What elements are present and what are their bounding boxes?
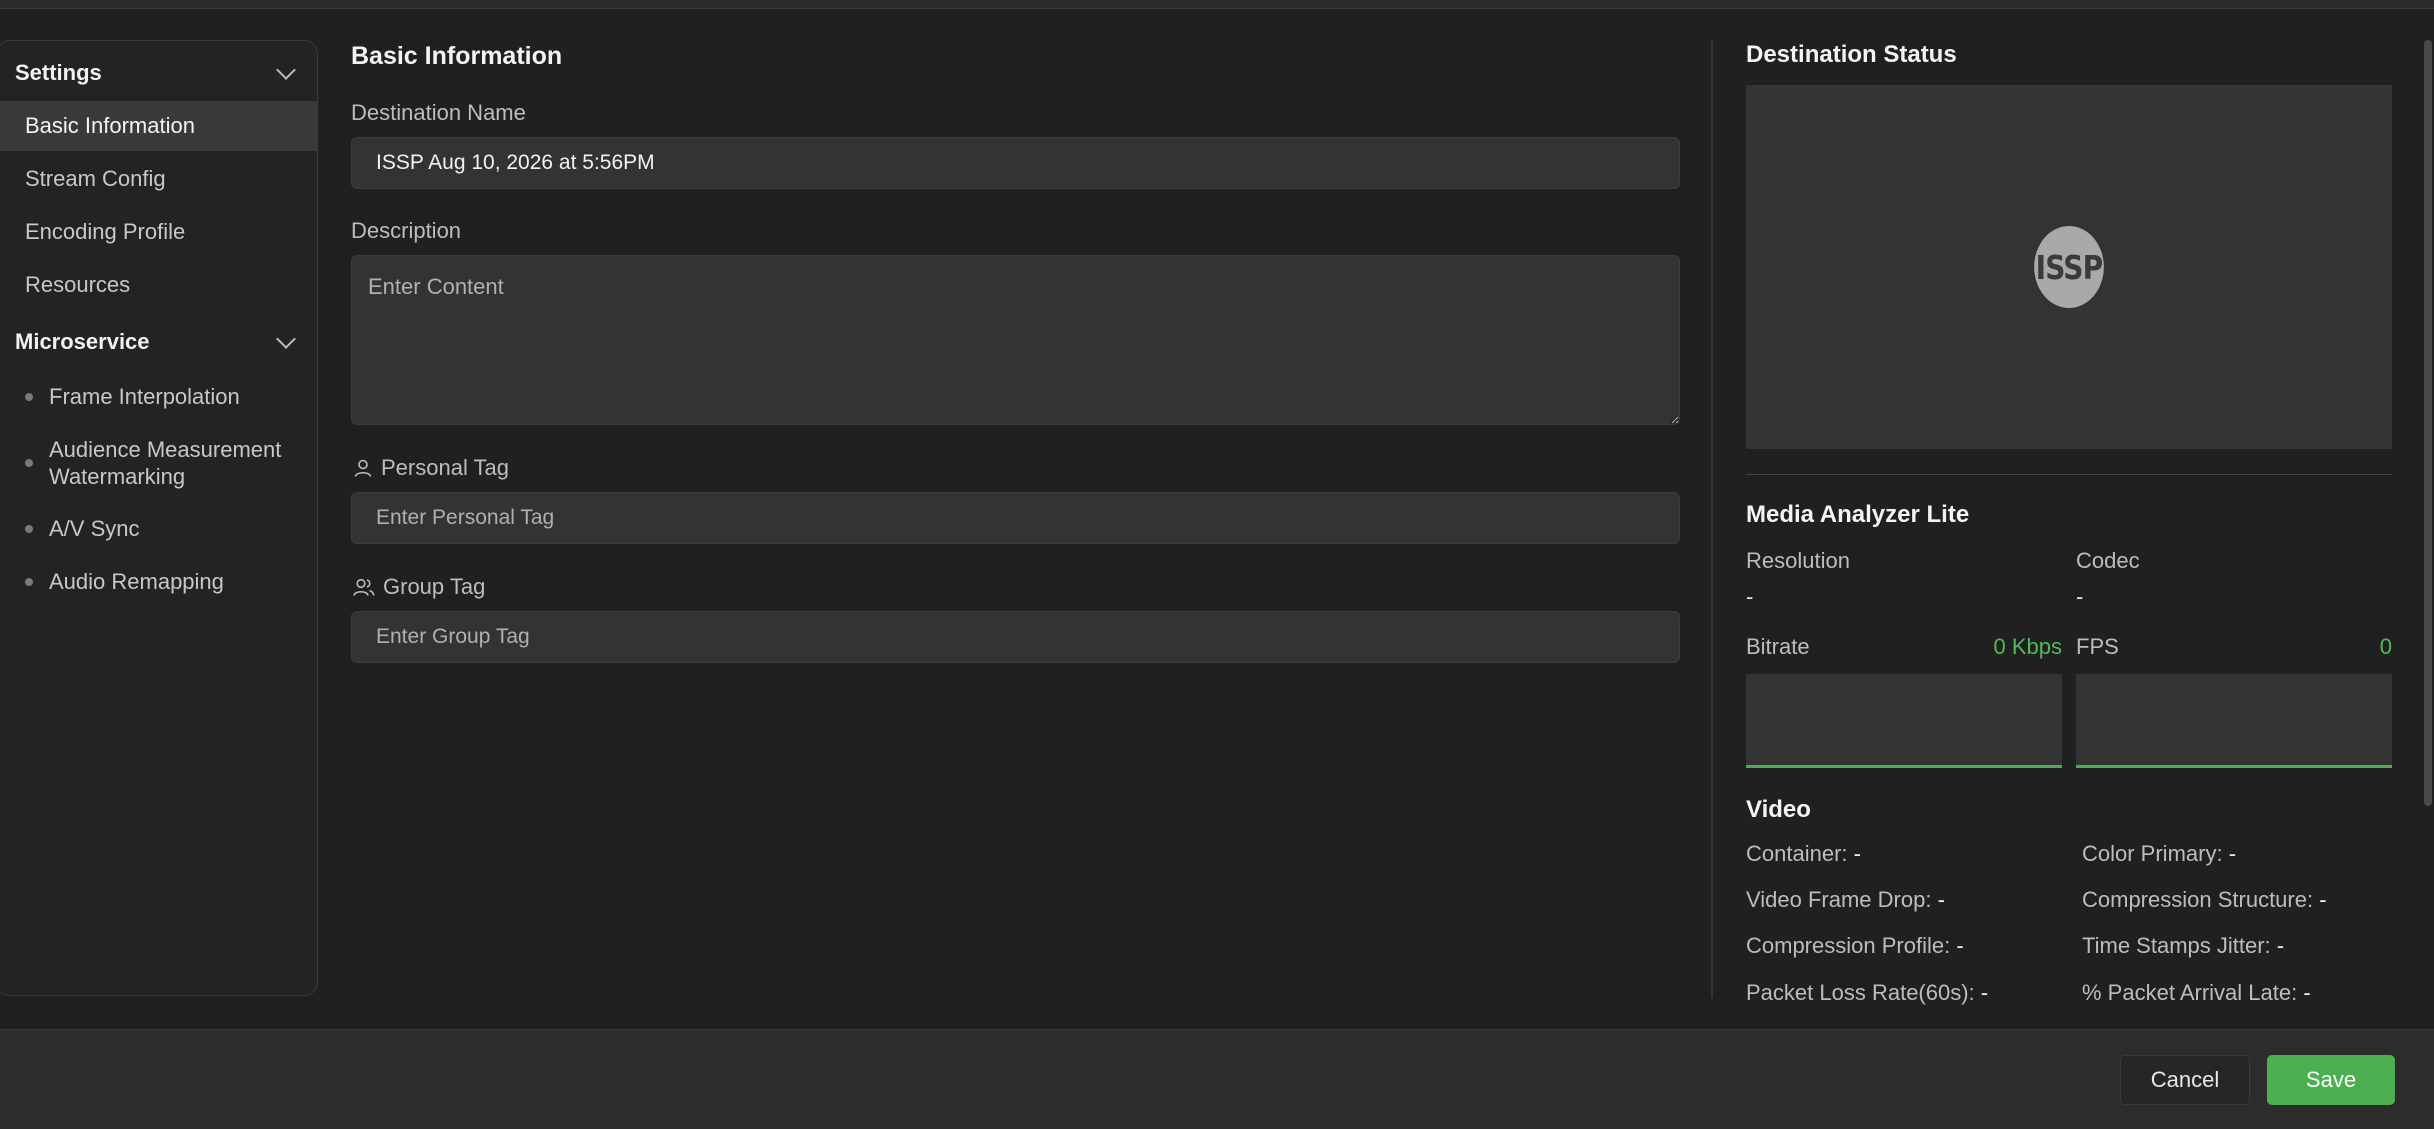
video-stat-value: - (2303, 980, 2311, 1005)
video-stat-label: Compression Structure: (2082, 887, 2314, 912)
description-label: Description (351, 218, 462, 243)
destination-status-title: Destination Status (1746, 41, 1957, 68)
cancel-button[interactable]: Cancel (2120, 1055, 2250, 1105)
dialog-footer (0, 1029, 2434, 1129)
codec-value: - (2076, 584, 2084, 609)
fps-sparkline (2076, 674, 2392, 768)
personal-tag-input[interactable] (351, 492, 1680, 544)
fps-value: 0 (2379, 634, 2392, 659)
microservice-section-title: Microservice (15, 329, 150, 354)
resolution-label: Resolution (1746, 548, 1850, 573)
resolution-value: - (1746, 584, 1754, 609)
personal-tag-label: Personal Tag (381, 455, 510, 480)
user-icon (354, 459, 372, 477)
video-stat-label: Color Primary: (2082, 841, 2223, 866)
settings-section-header[interactable]: Settings (0, 45, 317, 101)
sidebar-item-label: A/V Sync (49, 516, 140, 541)
sidebar-item-stream-config[interactable]: Stream Config (0, 154, 317, 204)
window-top-bar (0, 0, 2434, 9)
video-stat-label: Container: (1746, 841, 1848, 866)
video-stat-value: - (2228, 841, 2237, 866)
sidebar-item-label: Frame Interpolation (49, 384, 240, 409)
personal-tag-label-row: Personal Tag (353, 455, 509, 481)
page-title: Basic Information (351, 42, 563, 70)
destination-name-input[interactable] (351, 137, 1680, 189)
media-analyzer-title: Media Analyzer Lite (1746, 501, 1970, 528)
stream-preview: ISSP (1746, 85, 2392, 449)
sidebar-item-audience-measurement-watermarking[interactable]: Audience Measurement Watermarking (0, 436, 317, 490)
video-stat-value: - (2319, 887, 2327, 912)
bullet-icon (25, 524, 33, 533)
video-stat: Compression Structure: - (2082, 887, 2327, 913)
sidebar-item-av-sync[interactable]: A/V Sync (0, 515, 317, 542)
save-button[interactable]: Save (2267, 1055, 2395, 1105)
video-stat-label: Time Stamps Jitter: (2082, 933, 2271, 958)
video-stat: Container: - (1746, 841, 1861, 867)
sidebar-item-resources[interactable]: Resources (0, 260, 317, 310)
bullet-icon (25, 577, 33, 586)
sidebar-item-frame-interpolation[interactable]: Frame Interpolation (0, 383, 317, 410)
video-stat-value: - (1956, 933, 1964, 958)
panel-divider (1711, 40, 1713, 998)
sidebar-item-audio-remapping[interactable]: Audio Remapping (0, 568, 317, 595)
bitrate-value: 0 Kbps (1993, 634, 2063, 659)
settings-sidebar: Settings Basic Information Stream Config… (0, 40, 318, 996)
bullet-icon (25, 459, 33, 467)
microservice-section-header[interactable]: Microservice (0, 314, 317, 370)
video-section-title: Video (1746, 796, 1811, 823)
group-tag-label: Group Tag (383, 574, 486, 599)
video-stat-value: - (2276, 933, 2285, 958)
video-stat-label: Packet Loss Rate(60s): (1746, 980, 1975, 1005)
issp-logo: ISSP (2034, 226, 2104, 308)
video-stat-label: Compression Profile: (1746, 933, 1951, 958)
bullet-icon (25, 392, 33, 401)
video-stat: Compression Profile: - (1746, 933, 1964, 959)
video-stat: Color Primary: - (2082, 841, 2236, 867)
video-stat: % Packet Arrival Late: - (2082, 980, 2311, 1006)
group-tag-input[interactable] (351, 611, 1680, 663)
video-stat-value: - (1937, 887, 1945, 912)
description-textarea[interactable] (351, 255, 1680, 425)
sidebar-item-label: Audience Measurement Watermarking (49, 437, 282, 489)
video-stat: Packet Loss Rate(60s): - (1746, 980, 1988, 1006)
video-stat-value: - (1853, 841, 1861, 866)
sidebar-item-label: Audio Remapping (49, 569, 224, 594)
group-tag-label-row: Group Tag (353, 574, 485, 600)
chevron-down-icon[interactable] (276, 60, 296, 80)
video-stat-label: % Packet Arrival Late: (2082, 980, 2298, 1005)
settings-section-title: Settings (15, 60, 102, 85)
bitrate-label: Bitrate (1746, 634, 1810, 659)
video-stat: Video Frame Drop: - (1746, 887, 1945, 913)
section-divider (1746, 474, 2392, 475)
panel-scrollbar[interactable] (2424, 40, 2432, 806)
video-stat-label: Video Frame Drop: (1746, 887, 1932, 912)
video-stat-value: - (1980, 980, 1989, 1005)
destination-name-label: Destination Name (351, 100, 526, 125)
sidebar-item-encoding-profile[interactable]: Encoding Profile (0, 207, 317, 257)
chevron-down-icon[interactable] (276, 329, 296, 349)
fps-label: FPS (2076, 634, 2119, 659)
codec-label: Codec (2076, 548, 2140, 573)
users-icon (353, 578, 375, 596)
bitrate-sparkline (1746, 674, 2062, 768)
video-stat: Time Stamps Jitter: - (2082, 933, 2284, 959)
sidebar-item-basic-information[interactable]: Basic Information (0, 101, 317, 151)
